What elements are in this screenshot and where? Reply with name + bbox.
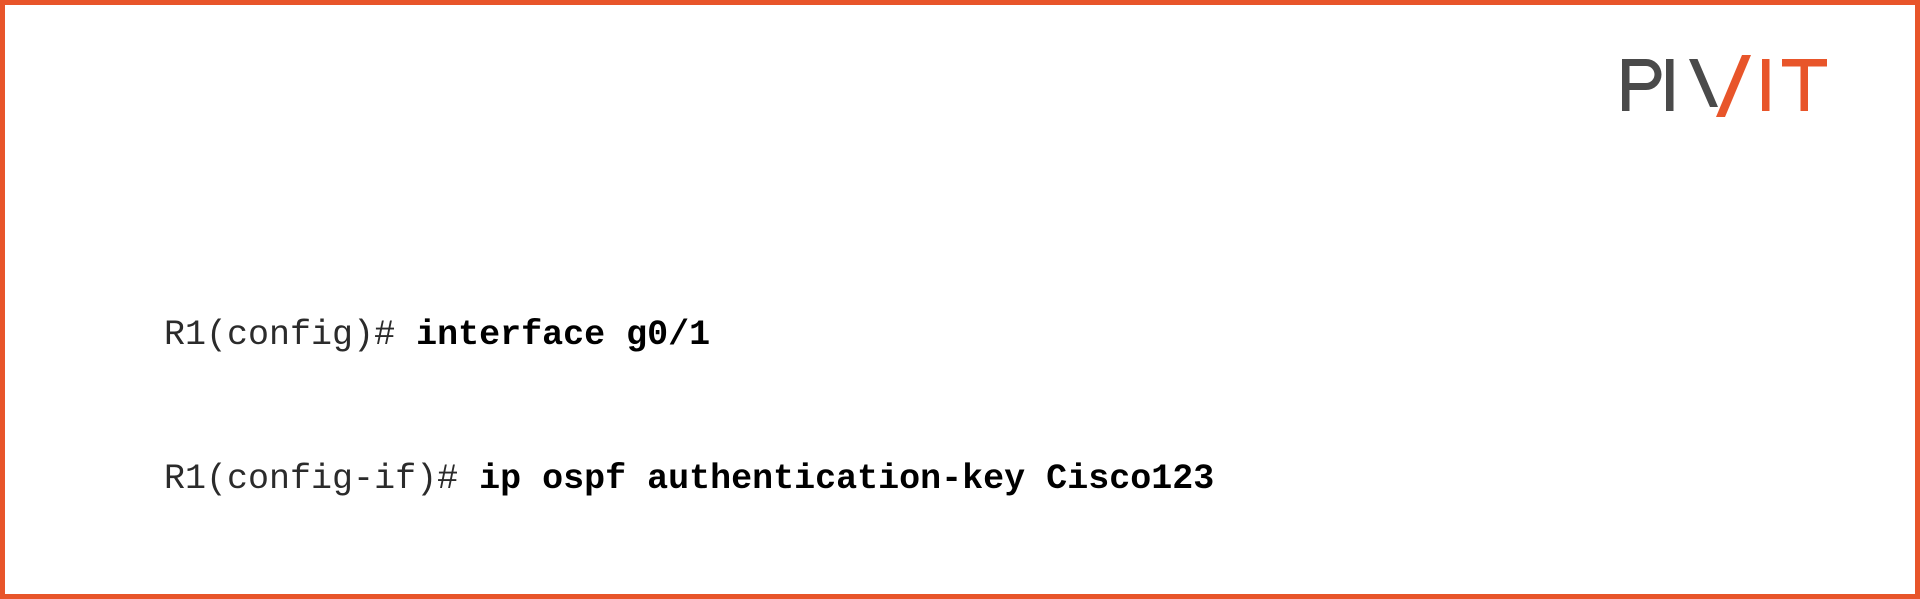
cli-prompt: R1(config)# [164, 315, 417, 355]
logo-letter-v-left [1689, 59, 1718, 107]
logo-letter-t [1782, 59, 1827, 111]
logo-letter-p [1622, 59, 1662, 111]
cli-line: R1(config-if)# ip ospf authentication-ke… [38, 407, 1828, 551]
logo-letter-i-1 [1666, 59, 1674, 111]
logo-letter-v-right [1716, 55, 1751, 117]
cli-command: ip ospf authentication-key Cisco123 [479, 459, 1215, 499]
cli-prompt: R1(config-if)# [164, 459, 480, 499]
cli-line: R1(config-if)# ip ospf authentication [38, 551, 1828, 594]
logo-letter-i-2 [1762, 59, 1770, 111]
cli-line: R1(config)# interface g0/1 [38, 263, 1828, 407]
cli-command: interface g0/1 [416, 315, 711, 355]
cli-code-block: R1(config)# interface g0/1 R1(config-if)… [38, 263, 1828, 594]
pivit-logo [1622, 55, 1827, 117]
document-page: R1(config)# interface g0/1 R1(config-if)… [0, 0, 1920, 599]
